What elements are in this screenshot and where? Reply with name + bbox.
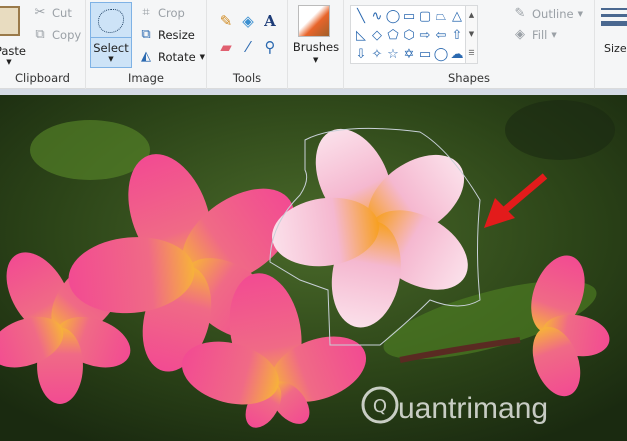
shape-tool[interactable]: ☁ [449, 45, 465, 64]
copy-label: Copy [52, 28, 82, 42]
canvas[interactable]: Q uantrimang [0, 95, 627, 441]
resize-button[interactable]: ⧉ Resize [138, 27, 195, 43]
clipboard-icon [0, 6, 20, 36]
ribbon: Paste ▼ ✂ Cut ⧉ Copy Clipboard Select ▼ ⌗ C… [0, 0, 627, 89]
brushes-label: Brushes [292, 40, 340, 54]
eraser-icon[interactable]: ▰ [215, 38, 237, 56]
crop-label: Crop [158, 6, 185, 20]
fill-button[interactable]: ◈ Fill ▼ [512, 27, 557, 43]
cut-label: Cut [52, 6, 72, 20]
shape-tool[interactable]: ◇ [369, 26, 385, 45]
shape-tool[interactable]: ⇨ [417, 26, 433, 45]
rotate-icon: ◭ [141, 49, 151, 64]
shape-tool[interactable]: ◯ [433, 45, 449, 64]
clipboard-group-label: Clipboard [15, 71, 70, 85]
shape-tool[interactable]: ⇦ [433, 26, 449, 45]
outline-icon: ✎ [514, 6, 526, 21]
free-select-icon [98, 9, 124, 33]
color-picker-icon[interactable]: ⁄ [237, 38, 259, 56]
shape-tool[interactable]: ✡ [401, 45, 417, 64]
select-label: Select [91, 37, 131, 55]
copy-icon: ⧉ [35, 27, 45, 42]
outline-label: Outline [532, 7, 574, 21]
select-button[interactable]: Select ▼ [90, 2, 132, 68]
tools-group: ✎ ◈ A ▰ ⁄ ⚲ Tools [207, 0, 288, 89]
shape-tool[interactable]: ◯ [385, 7, 401, 26]
text-icon[interactable]: A [259, 12, 281, 30]
fill-bucket-icon: ◈ [515, 27, 525, 42]
shape-tool[interactable]: ⏢ [433, 7, 449, 26]
image-group-label: Image [127, 71, 165, 85]
cut-button[interactable]: ✂ Cut [32, 5, 72, 21]
shape-tool[interactable]: ∿ [369, 7, 385, 26]
brushes-group[interactable]: Brushes ▼ [288, 0, 344, 89]
shape-tool[interactable]: ▭ [401, 7, 417, 26]
size-label: Size [604, 42, 627, 55]
rotate-button[interactable]: ◭ Rotate ▼ [138, 49, 205, 65]
shapes-scroll[interactable]: ▲ ▼ ☰ [466, 5, 478, 64]
size-group[interactable]: Size [595, 0, 627, 89]
shape-tool[interactable]: ⬠ [385, 26, 401, 45]
shape-tool[interactable]: ▭ [417, 45, 433, 64]
copy-button[interactable]: ⧉ Copy [32, 27, 81, 43]
tools-group-label: Tools [232, 71, 262, 85]
shape-tool[interactable]: ⬡ [401, 26, 417, 45]
outline-button[interactable]: ✎ Outline ▼ [512, 6, 583, 22]
shapes-group-label: Shapes [447, 71, 490, 85]
shape-tool[interactable]: ⇩ [353, 45, 369, 64]
shape-tool[interactable]: ✧ [369, 45, 385, 64]
svg-text:uantrimang: uantrimang [398, 392, 548, 425]
shape-tool[interactable]: ◺ [353, 26, 369, 45]
shape-tool[interactable]: ⇧ [449, 26, 465, 45]
fill-label: Fill [532, 28, 548, 42]
image-group: Select ▼ ⌗ Crop ⧉ Resize ◭ Rotate ▼ Image [86, 0, 207, 89]
resize-icon: ⧉ [141, 27, 151, 42]
shape-tool[interactable]: ▢ [417, 7, 433, 26]
fill-icon[interactable]: ◈ [237, 12, 259, 30]
shape-tool[interactable]: ╲ [353, 7, 369, 26]
crop-icon: ⌗ [142, 5, 150, 20]
shape-tool[interactable]: △ [449, 7, 465, 26]
paste-button[interactable]: Paste ▼ [0, 6, 26, 66]
crop-button[interactable]: ⌗ Crop [138, 5, 185, 21]
photo: Q uantrimang [0, 95, 627, 441]
scissors-icon: ✂ [34, 5, 46, 20]
pencil-icon[interactable]: ✎ [215, 12, 237, 30]
shapes-gallery: ╲ ∿ ◯ ▭ ▢ ⏢ △ ◺ ◇ ⬠ ⬡ ⇨ ⇦ ⇧ ⇩ ✧ ☆ ✡ ▭ ◯ ☁ [350, 5, 466, 64]
rotate-label: Rotate [158, 50, 196, 64]
paste-label: Paste [0, 44, 26, 58]
size-icon [601, 8, 627, 26]
magnifier-icon[interactable]: ⚲ [259, 38, 281, 56]
resize-label: Resize [158, 28, 195, 42]
brush-icon [298, 5, 330, 37]
shape-tool[interactable]: ☆ [385, 45, 401, 64]
clipboard-group: Paste ▼ ✂ Cut ⧉ Copy Clipboard [0, 0, 86, 89]
svg-text:Q: Q [373, 396, 387, 417]
